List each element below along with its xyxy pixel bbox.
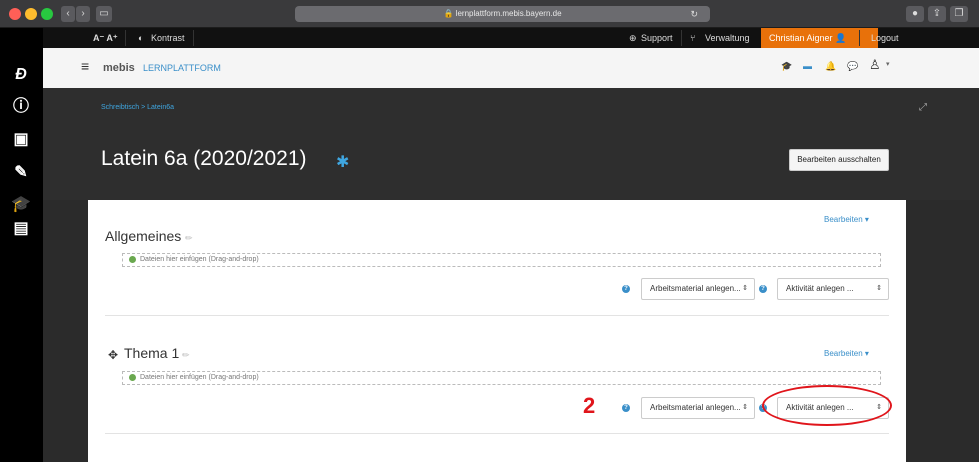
brand-suffix: LERNPLATTFORM	[143, 63, 221, 73]
resource-select[interactable]: Arbeitsmaterial anlegen... ⇕	[641, 278, 755, 300]
pencil-icon[interactable]: ✏	[182, 350, 190, 361]
left-icon-bar: Ð ⓘ ▣ ✎ 🎓 ▤	[0, 28, 43, 462]
avatar[interactable]: ♙	[869, 57, 881, 73]
resource-select-value: Arbeitsmaterial anlegen...	[650, 284, 741, 293]
section-edit-label: Bearbeiten	[824, 215, 863, 224]
media-icon[interactable]: ▣	[11, 131, 31, 149]
section-edit-menu[interactable]: Bearbeiten ▾	[824, 349, 869, 358]
help-icon[interactable]: ?	[622, 285, 630, 293]
extension-icon[interactable]: ●	[906, 6, 924, 22]
breadcrumb: Schreibtisch > Latein6a	[101, 104, 174, 111]
help-icon[interactable]: ?	[622, 404, 630, 412]
verwaltung-link[interactable]: Verwaltung	[705, 28, 750, 48]
annotation-highlight	[762, 385, 892, 426]
logout-link[interactable]: Logout	[871, 28, 899, 48]
page-title: Latein 6a (2020/2021)	[101, 147, 307, 170]
add-circle-icon	[129, 373, 136, 381]
section-divider	[105, 315, 889, 316]
bell-icon[interactable]: 🔔	[825, 61, 836, 72]
expand-icon[interactable]: ⤢	[919, 102, 927, 113]
dropzone-text: Dateien hier einfügen (Drag-and-drop)	[140, 256, 259, 263]
move-icon[interactable]: ✥	[108, 348, 118, 362]
address-text: lernplattform.mebis.bayern.de	[455, 9, 562, 18]
info-icon[interactable]: ⓘ	[11, 98, 31, 116]
graduation-cap-icon[interactable]: 🎓	[11, 196, 31, 214]
browser-titlebar: ‹ › ▭ 🔒 lernplattform.mebis.bayern.de ↻ …	[0, 0, 979, 28]
user-menu[interactable]: Christian Aigner	[761, 28, 878, 48]
certificate-icon[interactable]: ✎	[11, 164, 31, 182]
help-icon[interactable]: ?	[759, 285, 767, 293]
hamburger-menu-icon[interactable]: ≡	[81, 58, 89, 74]
select-caret-icon: ⇕	[742, 285, 748, 292]
forward-button[interactable]: ›	[76, 6, 90, 22]
courses-icon[interactable]: 🎓	[781, 61, 792, 72]
chat-icon[interactable]: 💬	[847, 61, 858, 72]
zoom-window-button[interactable]	[41, 8, 53, 20]
select-caret-icon: ⇕	[742, 404, 748, 411]
section-divider	[105, 433, 889, 434]
section-title: Thema 1	[124, 345, 180, 361]
section-title: Allgemeines	[105, 228, 182, 244]
sidebar-toggle-icon[interactable]: ▭	[96, 6, 112, 22]
reload-icon[interactable]: ↻	[690, 6, 698, 22]
site-header: ≡ mebis LERNPLATTFORM 🎓 ▬ 🔔 💬 ♙ ▾	[43, 48, 979, 88]
edit-off-button[interactable]: Bearbeiten ausschalten	[789, 149, 889, 171]
dropzone-text: Dateien hier einfügen (Drag-and-drop)	[140, 374, 259, 381]
file-dropzone[interactable]: Dateien hier einfügen (Drag-and-drop)	[122, 253, 881, 267]
page-header: Schreibtisch > Latein6a ⤢ Latein 6a (202…	[43, 88, 979, 200]
activity-select[interactable]: Aktivität anlegen ... ⇕	[777, 278, 889, 300]
annotation-number: 2	[583, 393, 596, 418]
section-edit-label: Bearbeiten	[824, 349, 863, 358]
brand-logo[interactable]: mebis	[103, 62, 135, 74]
breadcrumb-item-schreibtisch[interactable]: Schreibtisch	[101, 104, 139, 111]
file-dropzone[interactable]: Dateien hier einfügen (Drag-and-drop)	[122, 371, 881, 385]
breadcrumb-item-course[interactable]: Latein6a	[147, 104, 174, 111]
font-size-toggle[interactable]: A⁻ A⁺	[93, 28, 118, 48]
folder-icon[interactable]: ▬	[803, 61, 812, 71]
top-link-bar: A⁻ A⁺ ◐ Kontrast ⊕ Support ⑂ Verwaltung …	[43, 28, 979, 48]
separator	[859, 30, 860, 46]
contrast-link[interactable]: Kontrast	[151, 28, 185, 48]
select-caret-icon: ⇕	[876, 285, 882, 292]
resource-select[interactable]: Arbeitsmaterial anlegen... ⇕	[641, 397, 755, 419]
pencil-icon[interactable]: ✏	[185, 233, 193, 244]
breadcrumb-separator: >	[141, 104, 146, 111]
separator	[193, 30, 194, 46]
support-link[interactable]: Support	[641, 28, 673, 48]
archive-icon[interactable]: ▤	[11, 220, 31, 238]
user-icon[interactable]: 👤	[835, 28, 846, 48]
mebis-logo-icon[interactable]: Ð	[11, 66, 31, 84]
support-icon: ⊕	[629, 33, 637, 43]
chevron-down-icon[interactable]: ▾	[886, 60, 890, 68]
contrast-icon[interactable]: ◐	[138, 28, 143, 48]
tabs-icon[interactable]: ❐	[950, 6, 968, 22]
separator	[125, 30, 126, 46]
gear-icon[interactable]: ✱	[336, 152, 349, 172]
minimize-window-button[interactable]	[25, 8, 37, 20]
share-icon[interactable]: ⇪	[928, 6, 946, 22]
activity-select-value: Aktivität anlegen ...	[786, 284, 854, 293]
back-button[interactable]: ‹	[61, 6, 75, 22]
lock-icon: 🔒	[443, 9, 454, 18]
close-window-button[interactable]	[9, 8, 21, 20]
sitemap-icon: ⑂	[690, 33, 696, 43]
course-content: Bearbeiten ▾ Allgemeines ✏ Dateien hier …	[88, 200, 906, 462]
separator	[681, 30, 682, 46]
user-name[interactable]: Christian Aigner	[769, 28, 833, 48]
resource-select-value: Arbeitsmaterial anlegen...	[650, 403, 741, 412]
add-circle-icon	[129, 255, 136, 263]
address-bar[interactable]: 🔒 lernplattform.mebis.bayern.de ↻	[295, 6, 710, 22]
section-edit-menu[interactable]: Bearbeiten ▾	[824, 215, 869, 224]
